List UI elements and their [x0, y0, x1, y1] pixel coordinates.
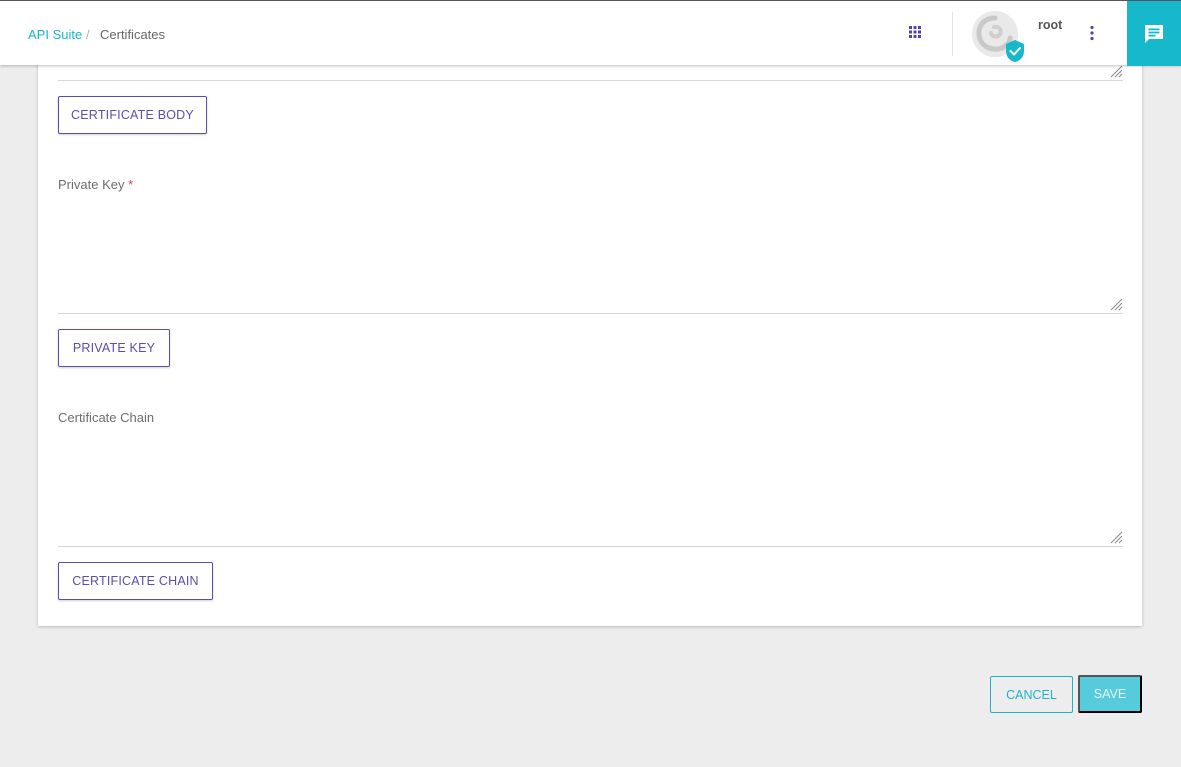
certificate-body-upload-button[interactable]: CERTIFICATE BODY	[58, 96, 207, 134]
private-key-label-text: Private Key	[58, 177, 125, 192]
required-marker: *	[128, 177, 134, 192]
breadcrumb-current: Certificates	[100, 27, 166, 42]
resize-handle-icon[interactable]	[1109, 530, 1123, 544]
breadcrumb-separator: /	[86, 27, 90, 42]
certificate-chain-label: Certificate Chain	[58, 410, 155, 425]
save-button[interactable]: SAVE	[1078, 675, 1142, 713]
top-header: API Suite / Certificates root	[0, 0, 1181, 66]
chat-icon	[1145, 24, 1163, 43]
certificate-chain-textarea[interactable]	[58, 433, 1123, 547]
apps-grid-icon[interactable]	[908, 25, 922, 39]
verified-badge-icon	[1006, 40, 1024, 62]
private-key-upload-button[interactable]: PRIVATE KEY	[58, 329, 170, 367]
private-key-label: Private Key *	[58, 177, 133, 192]
cancel-button[interactable]: CANCEL	[990, 676, 1073, 713]
private-key-textarea[interactable]	[58, 200, 1123, 314]
resize-handle-icon[interactable]	[1109, 297, 1123, 311]
resize-handle-icon[interactable]	[1109, 64, 1123, 78]
breadcrumb-parent-link[interactable]: API Suite	[28, 27, 82, 42]
header-divider	[952, 12, 953, 56]
user-name[interactable]: root	[1038, 18, 1062, 32]
certificate-chain-upload-button[interactable]: CERTIFICATE CHAIN	[58, 562, 213, 600]
more-vert-icon[interactable]	[1086, 25, 1098, 41]
chat-button[interactable]	[1127, 1, 1181, 66]
